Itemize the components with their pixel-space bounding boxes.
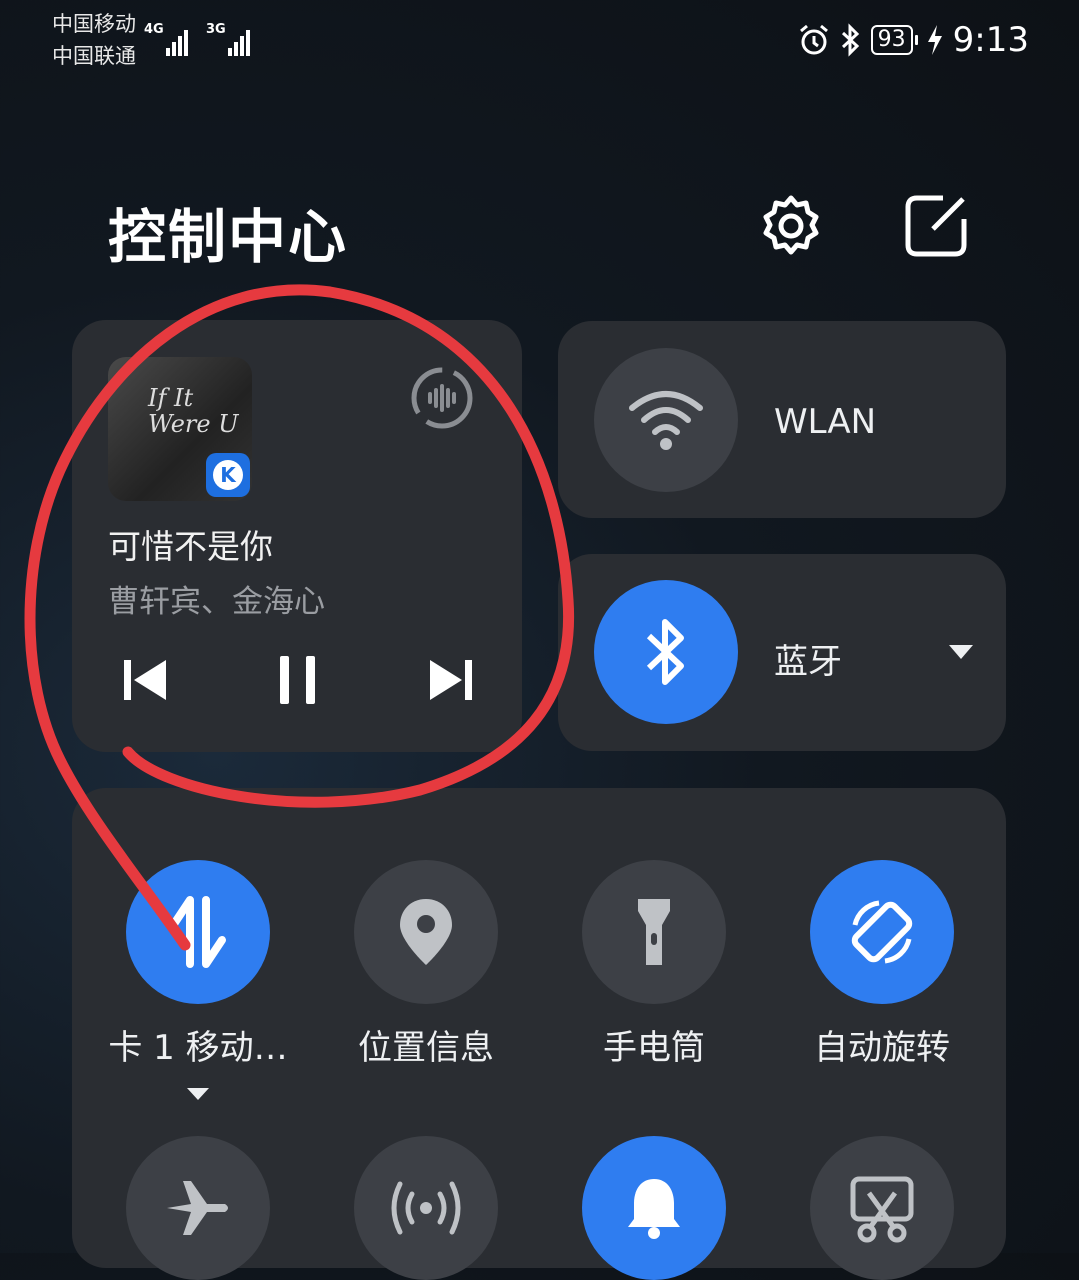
wlan-toggle[interactable] [594, 348, 738, 492]
album-art-text: If It Were U [148, 384, 239, 439]
wlan-label: WLAN [774, 402, 877, 442]
signal-bars-1-icon [166, 30, 190, 56]
previous-track-icon[interactable] [120, 656, 170, 704]
alarm-icon [799, 24, 828, 55]
song-title: 可惜不是你 [108, 527, 273, 566]
screenshot-icon [850, 1176, 914, 1243]
flashlight-icon [638, 899, 670, 965]
carrier-1: 中国移动 [52, 12, 136, 36]
settings-gear-icon[interactable] [758, 193, 824, 259]
auto-rotate-icon [851, 900, 913, 964]
music-app-icon: K [206, 453, 250, 497]
wifi-icon [629, 391, 703, 450]
bell-icon [628, 1179, 680, 1239]
location-icon [400, 899, 452, 965]
caret-down-icon[interactable] [185, 1086, 211, 1102]
bluetooth-icon [646, 619, 684, 685]
signal-bars-2-icon [228, 30, 252, 56]
pause-icon[interactable] [276, 654, 320, 706]
mobile-data-icon [170, 896, 226, 968]
bluetooth-status-icon [841, 23, 859, 57]
mobile-data-toggle[interactable] [126, 860, 270, 1004]
audio-output-icon[interactable] [408, 364, 476, 432]
flashlight-toggle[interactable] [582, 860, 726, 1004]
carrier-2: 中国联通 [52, 44, 136, 68]
auto-rotate-label: 自动旋转 [814, 1028, 950, 1068]
signal-1: 4G [144, 22, 190, 56]
bluetooth-toggle[interactable] [594, 580, 738, 724]
hotspot-icon [391, 1181, 461, 1235]
airplane-mode-toggle[interactable] [126, 1136, 270, 1280]
signal-2: 3G [206, 22, 252, 56]
album-art[interactable]: If It Were U K [108, 357, 252, 501]
hotspot-toggle[interactable] [354, 1136, 498, 1280]
clock: 9:13 [952, 20, 1029, 60]
charging-icon [927, 25, 942, 55]
ringer-toggle[interactable] [582, 1136, 726, 1280]
airplane-icon [167, 1181, 228, 1235]
mobile-data-text: 卡 1 移动… [108, 1028, 288, 1068]
chevron-down-icon[interactable] [947, 643, 975, 661]
page-title: 控制中心 [108, 203, 349, 271]
artist-name: 曹轩宾、金海心 [108, 584, 325, 620]
location-label: 位置信息 [358, 1028, 494, 1068]
auto-rotate-toggle[interactable] [810, 860, 954, 1004]
screenshot-toggle[interactable] [810, 1136, 954, 1280]
next-track-icon[interactable] [426, 656, 476, 704]
edit-icon[interactable] [903, 193, 969, 259]
location-toggle[interactable] [354, 860, 498, 1004]
battery-indicator: 93 [870, 25, 918, 55]
flashlight-label: 手电筒 [603, 1028, 705, 1068]
status-icons: 93 9:13 [797, 20, 1029, 60]
mobile-data-label: 卡 1 移动… [98, 1026, 298, 1114]
bluetooth-label: 蓝牙 [774, 642, 842, 682]
